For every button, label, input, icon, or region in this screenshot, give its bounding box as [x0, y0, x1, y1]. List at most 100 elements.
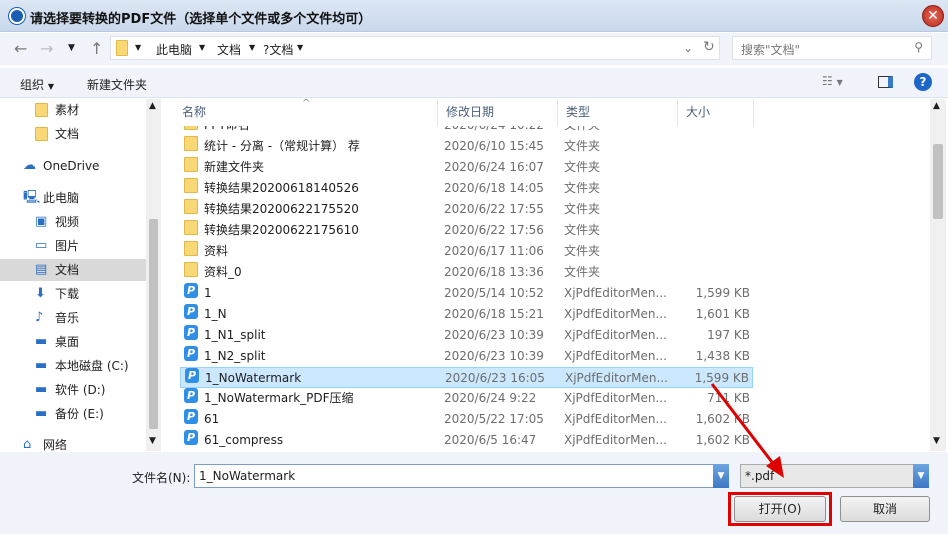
- open-button[interactable]: 打开(O): [734, 496, 826, 522]
- file-row[interactable]: 统计 - 分离 -（常规计算） 荐 2020/6/10 15:45 文件夹: [180, 136, 753, 157]
- cloud-icon: ☁: [23, 158, 36, 173]
- sidebar-item-label: 网络: [43, 438, 68, 452]
- column-header-type[interactable]: 类型: [558, 99, 678, 126]
- preview-pane-icon[interactable]: [878, 76, 893, 88]
- file-list-scrollbar[interactable]: ▲ ▼: [930, 99, 946, 451]
- sidebar-item-label: 文档: [55, 263, 80, 277]
- sidebar-item[interactable]: ⬇ 下载: [0, 283, 146, 305]
- file-row[interactable]: P 1_N2_split 2020/6/23 10:39 XjPdfEditorMen…: [180, 346, 753, 367]
- close-button[interactable]: ✕: [922, 5, 944, 27]
- pdf-file-icon: P: [184, 304, 198, 319]
- file-type: 文件夹: [564, 265, 601, 279]
- file-type: 文件夹: [564, 181, 601, 195]
- sidebar-item[interactable]: ▬ 备份 (E:): [0, 403, 146, 425]
- recent-dropdown-icon[interactable]: ▼: [68, 43, 75, 53]
- sidebar-scrollbar[interactable]: ▲ ▼: [146, 99, 161, 451]
- file-row[interactable]: P 61_compress 2020/6/5 16:47 XjPdfEditorMen…: [180, 430, 753, 451]
- chevron-down-icon[interactable]: ▼: [199, 43, 205, 52]
- folder-icon: [184, 136, 198, 151]
- file-row[interactable]: 资料 2020/6/17 11:06 文件夹: [180, 241, 753, 262]
- scroll-up-icon[interactable]: ▲: [149, 101, 156, 111]
- chevron-down-icon[interactable]: ▼: [297, 43, 303, 52]
- file-list-scroll-thumb[interactable]: [933, 144, 943, 219]
- back-icon[interactable]: ←: [14, 39, 27, 58]
- pdf-file-icon: P: [184, 346, 198, 361]
- file-type: 文件夹: [564, 223, 601, 237]
- toolbar: 组织 ▼ 新建文件夹 ☷ ▼ ?: [0, 68, 948, 98]
- sidebar-item-label: 音乐: [55, 311, 80, 325]
- file-date: 2020/6/23 16:05: [445, 371, 545, 385]
- search-input[interactable]: 搜索"文档" ⚲: [732, 36, 932, 60]
- help-icon[interactable]: ?: [914, 73, 932, 91]
- sidebar-item[interactable]: ▬ 桌面: [0, 331, 146, 353]
- search-icon: ⚲: [914, 40, 923, 54]
- sidebar-item[interactable]: ☁ OneDrive: [0, 155, 146, 177]
- file-date: 2020/6/23 10:39: [444, 328, 544, 342]
- breadcrumb-current[interactable]: ?文档: [263, 41, 293, 58]
- sidebar-item-label: 本地磁盘 (C:): [55, 359, 129, 373]
- pdf-file-icon: P: [184, 430, 198, 445]
- breadcrumb-documents[interactable]: 文档: [217, 41, 241, 58]
- scroll-up-icon[interactable]: ▲: [933, 101, 940, 111]
- organize-button[interactable]: 组织 ▼: [20, 76, 54, 93]
- document-icon: ▤: [35, 262, 48, 277]
- file-date: 2020/6/18 15:21: [444, 307, 544, 321]
- window-title: 请选择要转换的PDF文件（选择单个文件或多个文件均可）: [30, 12, 372, 27]
- sidebar-item[interactable]: 文档: [0, 123, 146, 145]
- sidebar-item[interactable]: ▬ 本地磁盘 (C:): [0, 355, 146, 377]
- address-bar[interactable]: ▼ 此电脑 ▼ 文档 ▼ ?文档 ▼ ⌄ ↻: [110, 36, 720, 60]
- sidebar-item[interactable]: ▬ 软件 (D:): [0, 379, 146, 401]
- video-icon: ▣: [35, 214, 48, 229]
- file-type-filter[interactable]: *.pdf: [740, 464, 914, 488]
- file-row[interactable]: 转换结果20200622175610 2020/6/22 17:56 文件夹: [180, 220, 753, 241]
- sidebar-item[interactable]: 🖳 此电脑: [0, 187, 146, 209]
- file-row[interactable]: P 1 2020/5/14 10:52 XjPdfEditorMen... 1,599 …: [180, 283, 753, 304]
- file-row[interactable]: 转换结果20200618140526 2020/6/18 14:05 文件夹: [180, 178, 753, 199]
- scroll-down-icon[interactable]: ▼: [933, 436, 940, 446]
- new-folder-button[interactable]: 新建文件夹: [87, 76, 147, 93]
- app-icon: [9, 8, 25, 24]
- file-row[interactable]: P 1_N 2020/6/18 15:21 XjPdfEditorMen... 1,60…: [180, 304, 753, 325]
- column-header-date[interactable]: 修改日期: [438, 99, 558, 126]
- computer-icon: 🖳: [23, 190, 41, 205]
- file-row[interactable]: P 1_N1_split 2020/6/23 10:39 XjPdfEditorMen…: [180, 325, 753, 346]
- file-type: 文件夹: [564, 160, 601, 174]
- chevron-down-icon: ▼: [135, 43, 142, 52]
- file-row[interactable]: P 1_NoWatermark 2020/6/23 16:05 XjPdfEditor…: [180, 367, 753, 388]
- sidebar-item[interactable]: ▤ 文档: [0, 259, 146, 281]
- up-icon[interactable]: ↑: [90, 39, 103, 58]
- file-name: 转换结果20200622175520: [204, 202, 359, 216]
- sidebar-item[interactable]: ▭ 图片: [0, 235, 146, 257]
- file-row[interactable]: 新建文件夹 2020/6/24 16:07 文件夹: [180, 157, 753, 178]
- forward-icon[interactable]: →: [40, 39, 53, 58]
- column-header-name[interactable]: 名称: [174, 99, 438, 126]
- scroll-down-icon[interactable]: ▼: [149, 436, 156, 446]
- file-row[interactable]: P 1_NoWatermark_PDF压缩 2020/6/24 9:22 XjPdfE…: [180, 388, 753, 409]
- file-row[interactable]: 资料_0 2020/6/18 13:36 文件夹: [180, 262, 753, 283]
- history-dropdown-icon[interactable]: ⌄: [683, 41, 693, 55]
- cancel-button[interactable]: 取消: [840, 496, 930, 522]
- chevron-down-icon[interactable]: ▼: [249, 43, 255, 52]
- column-header-size[interactable]: 大小: [678, 99, 754, 126]
- file-size: 1,599 KB: [694, 371, 749, 385]
- file-name: 资料_0: [204, 265, 242, 279]
- file-name: 1_NoWatermark: [205, 371, 302, 385]
- filename-dropdown-icon[interactable]: ▼: [713, 464, 729, 488]
- filter-dropdown-icon[interactable]: ▼: [913, 464, 929, 488]
- file-row[interactable]: P 61 2020/5/22 17:05 XjPdfEditorMen... 1,602…: [180, 409, 753, 430]
- file-name: 1_NoWatermark_PDF压缩: [204, 391, 354, 405]
- refresh-icon[interactable]: ↻: [703, 39, 715, 55]
- download-icon: ⬇: [35, 286, 46, 301]
- pdf-file-icon: P: [184, 325, 198, 340]
- sidebar-scroll-thumb[interactable]: [149, 219, 158, 429]
- sidebar-item[interactable]: 素材: [0, 99, 146, 121]
- file-name: 1_N1_split: [204, 328, 266, 342]
- drive-icon: ▬: [35, 406, 48, 421]
- view-options-icon[interactable]: ☷ ▼: [822, 74, 843, 88]
- filename-input[interactable]: 1_NoWatermark: [194, 464, 714, 488]
- file-name: 转换结果20200622175610: [204, 223, 359, 237]
- file-row[interactable]: 转换结果20200622175520 2020/6/22 17:55 文件夹: [180, 199, 753, 220]
- breadcrumb-this-pc[interactable]: 此电脑: [156, 41, 192, 58]
- sidebar-item[interactable]: ♪ 音乐: [0, 307, 146, 329]
- sidebar-item[interactable]: ▣ 视频: [0, 211, 146, 233]
